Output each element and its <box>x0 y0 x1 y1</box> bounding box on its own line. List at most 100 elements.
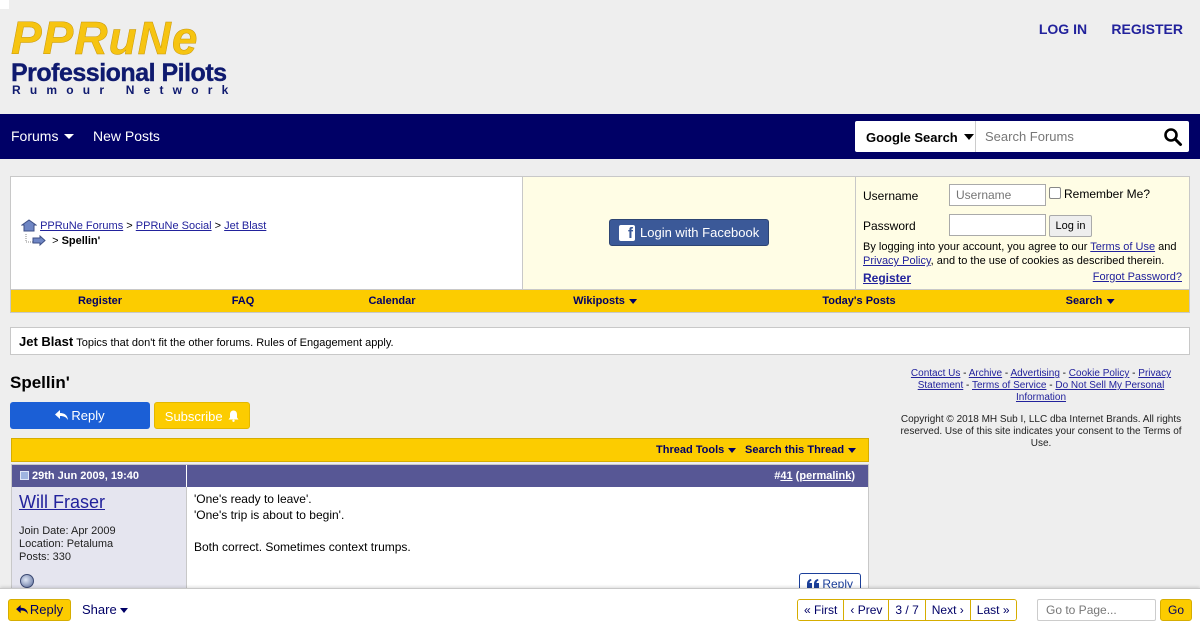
bottom-reply-button[interactable]: Reply <box>8 599 71 621</box>
post-username[interactable]: Will Fraser <box>19 492 105 513</box>
breadcrumb-link-forums[interactable]: PPRuNe Forums <box>40 220 123 232</box>
page-indicator: 3 / 7 <box>889 600 926 620</box>
reply-icon <box>55 410 69 420</box>
remember-label: Remember Me? <box>1064 187 1151 201</box>
login-button[interactable]: Log in <box>1049 215 1092 237</box>
nav-forums-label: Forums <box>11 128 59 144</box>
breadcrumb-link-jet-blast[interactable]: Jet Blast <box>224 220 266 232</box>
footer-archive[interactable]: Archive <box>969 368 1002 379</box>
goto-page-input[interactable] <box>1037 599 1156 621</box>
privacy-link[interactable]: Privacy Policy <box>863 255 931 267</box>
nav-forums[interactable]: Forums <box>11 128 75 144</box>
reply-button[interactable]: Reply <box>10 402 150 429</box>
forgot-password-link[interactable]: Forgot Password? <box>1093 271 1182 283</box>
menu-todays-posts[interactable]: Today's Posts <box>822 295 895 307</box>
page-next[interactable]: Next › <box>925 600 971 620</box>
page-prev-label: Prev <box>857 603 883 617</box>
forum-description: Jet Blast Topics that don't fit the other… <box>10 327 1190 355</box>
post-header: 29th Jun 2009, 19:40 #41 (permalink) <box>12 465 868 487</box>
chevron-down-icon <box>628 299 637 304</box>
thread-tree-icon <box>25 234 46 247</box>
search-input[interactable] <box>977 121 1155 152</box>
breadcrumb-link-social[interactable]: PPRuNe Social <box>136 220 212 232</box>
breadcrumb-sep: > <box>126 220 133 232</box>
terms-post: , and to the use of cookies as described… <box>930 255 1165 267</box>
login-link[interactable]: LOG IN <box>1039 21 1087 37</box>
reply-icon <box>15 605 28 615</box>
username-field[interactable] <box>949 184 1046 206</box>
bell-icon <box>228 410 239 422</box>
site-logo[interactable]: PPRuNe Professional Pilots Rumour Networ… <box>11 14 241 98</box>
page-prev[interactable]: ‹ Prev <box>844 600 890 620</box>
page-first[interactable]: « First <box>798 600 845 620</box>
footer-advertising[interactable]: Advertising <box>1010 368 1059 379</box>
thread-tools-menu[interactable]: Thread Tools <box>656 444 737 456</box>
page-first-label: First <box>814 603 838 617</box>
terms-and: and <box>1155 241 1177 253</box>
subscribe-label: Subscribe <box>164 409 223 424</box>
logo-tagline: Rumour Network <box>12 83 238 97</box>
search-engine-label: Google Search <box>866 130 958 145</box>
user-post-count: Posts: 330 <box>19 551 71 563</box>
search-thread-menu[interactable]: Search this Thread <box>745 444 857 456</box>
password-field[interactable] <box>949 214 1046 236</box>
nav-new-posts[interactable]: New Posts <box>93 128 160 144</box>
facebook-login-button[interactable]: f Login with Facebook <box>609 219 769 246</box>
bottom-reply-label: Reply <box>29 602 64 617</box>
post-number-link[interactable]: 41 <box>780 470 792 482</box>
register-link[interactable]: REGISTER <box>1111 21 1183 37</box>
search-button[interactable] <box>1163 127 1183 147</box>
page-title: Spellin' <box>10 373 70 392</box>
search-engine-select[interactable]: Google Search <box>855 121 976 152</box>
subscribe-button[interactable]: Subscribe <box>154 402 250 429</box>
thread-tools-label: Thread Tools <box>656 444 725 456</box>
bottom-toolbar: Reply Share « First ‹ Prev 3 / 7 Next › … <box>0 588 1200 630</box>
post-body: 'One's ready to leave'. 'One's trip is a… <box>194 491 411 555</box>
post-status-icon <box>20 471 29 480</box>
go-button[interactable]: Go <box>1160 599 1192 621</box>
facebook-login-area: f Login with Facebook <box>522 177 855 289</box>
menu-faq[interactable]: FAQ <box>232 295 255 307</box>
terms-link[interactable]: Terms of Use <box>1090 241 1155 253</box>
page-last-label: Last <box>976 603 1000 617</box>
post-line: Both correct. Sometimes context trumps. <box>194 540 411 554</box>
breadcrumb-sep: > <box>52 235 59 247</box>
post-line <box>194 523 411 539</box>
pagination: « First ‹ Prev 3 / 7 Next › Last » <box>797 599 1017 621</box>
menu-calendar[interactable]: Calendar <box>368 295 415 307</box>
menu-wikiposts[interactable]: Wikiposts <box>573 295 637 307</box>
facebook-login-label: Login with Facebook <box>640 225 760 240</box>
logo-title: PPRuNe <box>11 12 199 64</box>
footer-contact[interactable]: Contact Us <box>911 368 960 379</box>
login-panel: PPRuNe Forums > PPRuNe Social > Jet Blas… <box>10 176 1190 313</box>
post-user-info: Will Fraser Join Date: Apr 2009 Location… <box>12 487 187 595</box>
register-link-panel[interactable]: Register <box>863 271 911 285</box>
search-icon <box>1164 128 1182 146</box>
offline-status-icon <box>20 574 34 588</box>
divider <box>186 465 187 487</box>
menu-wikiposts-label: Wikiposts <box>573 295 625 307</box>
permalink[interactable]: permalink <box>799 470 851 482</box>
chevron-down-icon <box>848 448 857 453</box>
chevron-down-icon <box>963 134 974 140</box>
remember-checkbox[interactable] <box>1049 187 1061 199</box>
footer-cookie-policy[interactable]: Cookie Policy <box>1069 368 1130 379</box>
footer-terms[interactable]: Terms of Service <box>972 380 1046 391</box>
menu-search[interactable]: Search <box>1066 295 1115 307</box>
search-thread-label: Search this Thread <box>745 444 845 456</box>
password-label: Password <box>863 219 916 233</box>
forum-description-text: Topics that don't fit the other forums. … <box>76 337 394 349</box>
post-number: #41 (permalink) <box>774 470 855 482</box>
reply-label: Reply <box>71 408 105 423</box>
breadcrumb-sep: > <box>214 220 222 232</box>
share-menu[interactable]: Share <box>82 602 128 617</box>
login-form: Username Remember Me? Password Log in By… <box>855 177 1189 289</box>
post-date: 29th Jun 2009, 19:40 <box>20 470 139 482</box>
post: 29th Jun 2009, 19:40 #41 (permalink) Wil… <box>11 464 869 595</box>
chevron-down-icon <box>119 608 128 613</box>
facebook-icon: f <box>619 225 635 241</box>
menu-register[interactable]: Register <box>78 295 122 307</box>
remember-me[interactable]: Remember Me? <box>1049 187 1150 201</box>
username-label: Username <box>863 189 919 203</box>
page-last[interactable]: Last » <box>970 600 1016 620</box>
